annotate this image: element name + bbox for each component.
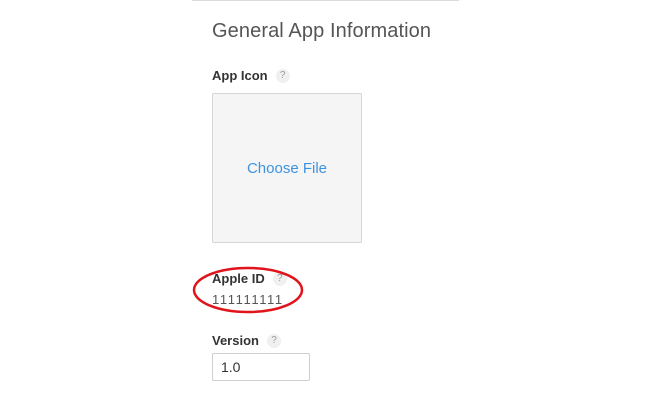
- apple-id-label: Apple ID: [212, 271, 265, 286]
- app-icon-upload-box[interactable]: Choose File: [212, 93, 362, 243]
- app-icon-help-icon[interactable]: ?: [275, 68, 290, 83]
- version-help-icon[interactable]: ?: [266, 333, 281, 348]
- section-title: General App Information: [212, 20, 432, 42]
- top-divider: [192, 0, 459, 1]
- version-input[interactable]: [212, 353, 310, 381]
- version-label: Version: [212, 333, 259, 348]
- apple-id-label-row: Apple ID ?: [212, 271, 287, 286]
- app-icon-label: App Icon: [212, 68, 268, 83]
- choose-file-link[interactable]: Choose File: [247, 160, 327, 177]
- apple-id-value: 111111111: [212, 292, 284, 307]
- version-label-row: Version ?: [212, 333, 281, 348]
- app-icon-label-row: App Icon ?: [212, 68, 290, 83]
- apple-id-help-icon[interactable]: ?: [272, 271, 287, 286]
